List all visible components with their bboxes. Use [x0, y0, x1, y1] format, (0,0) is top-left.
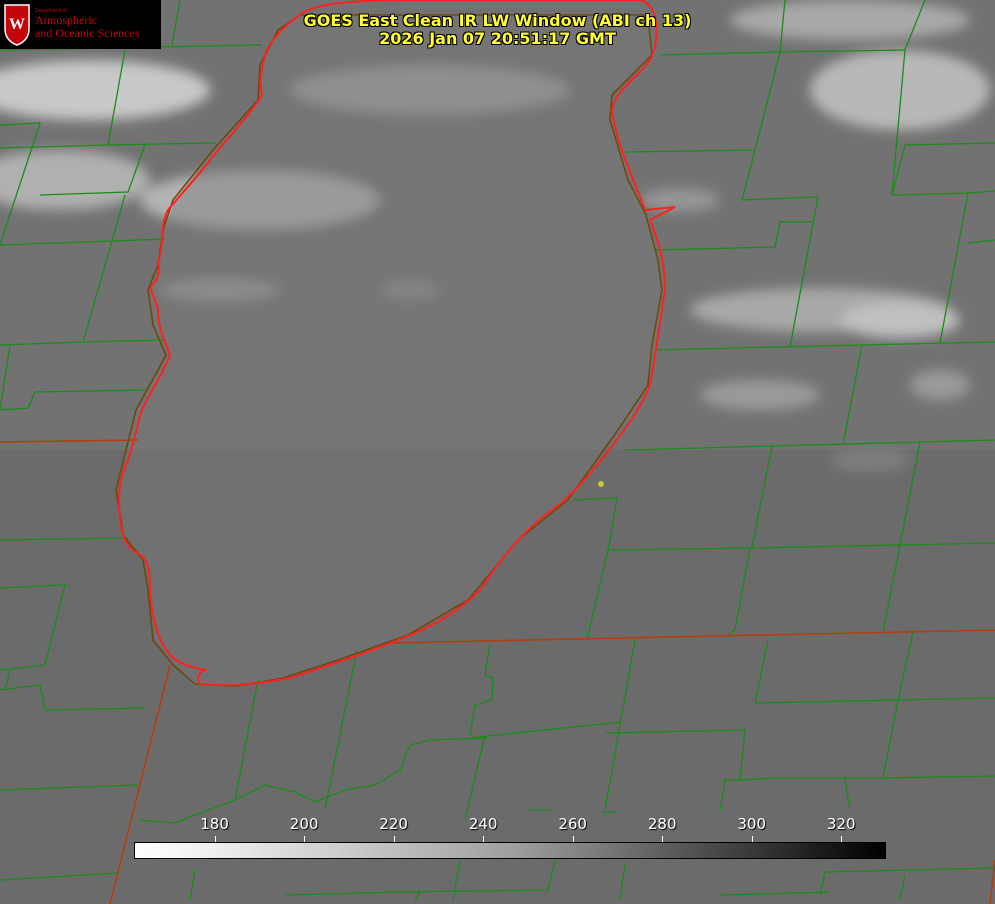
colorbar-tick-mark	[483, 836, 485, 842]
colorbar-tick-mark	[841, 836, 843, 842]
colorbar	[134, 842, 886, 859]
colorbar-tick-mark	[304, 836, 306, 842]
colorbar-tick-label: 220	[379, 815, 408, 833]
colorbar-tick-mark	[662, 836, 664, 842]
colorbar-tick-label: 320	[826, 815, 856, 833]
satellite-image-viewer: W Department of Atmospheric and Oceanic …	[0, 0, 995, 904]
colorbar-tick-label: 200	[289, 815, 319, 833]
location-marker	[598, 481, 604, 487]
colorbar-tick-label: 280	[647, 815, 677, 833]
image-title: GOES East Clean IR LW Window (ABI ch 13)	[303, 11, 692, 30]
colorbar-tick-label: 300	[737, 815, 767, 833]
colorbar-tick-mark	[751, 836, 753, 842]
colorbar-tick-label: 240	[468, 815, 498, 833]
colorbar-tick-label: 180	[200, 815, 229, 833]
image-timestamp: 2026 Jan 07 20:51:17 GMT	[379, 29, 616, 48]
satellite-map	[0, 0, 995, 904]
colorbar-tick-mark	[393, 836, 395, 842]
colorbar-tick-label: 260	[558, 815, 587, 833]
colorbar-tick-mark	[572, 836, 574, 842]
colorbar-tick-mark	[214, 836, 216, 842]
